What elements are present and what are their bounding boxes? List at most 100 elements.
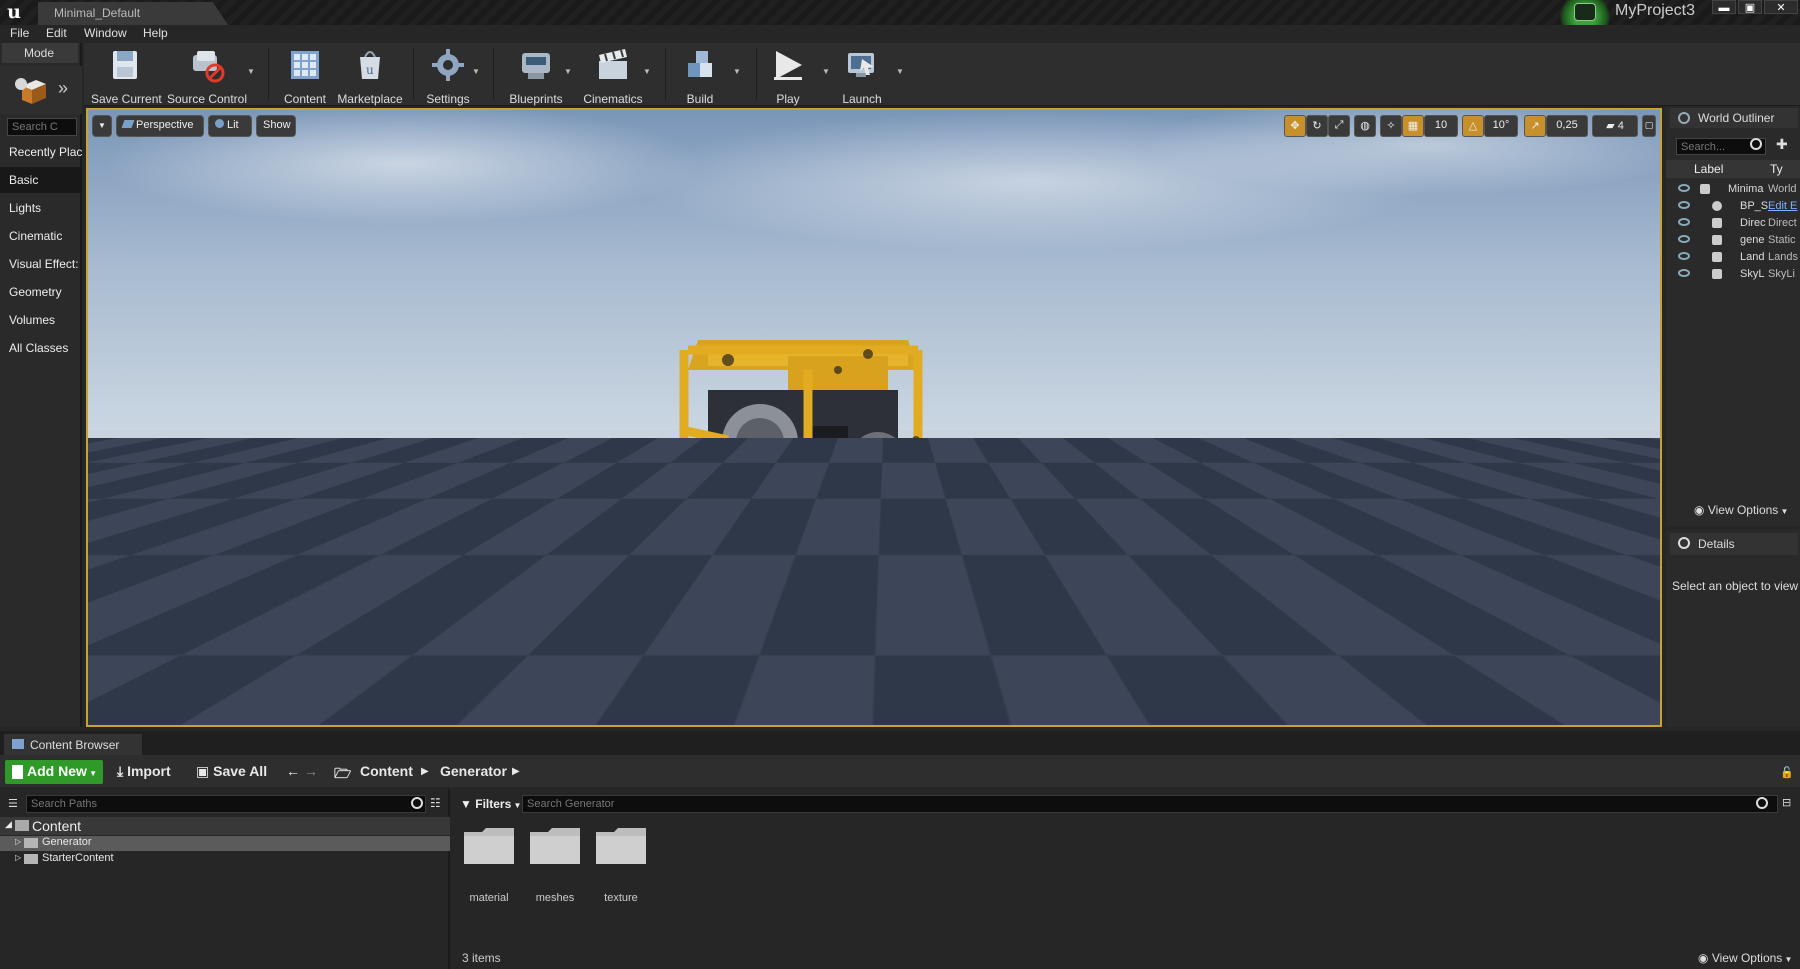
type-column-header[interactable]: Ty bbox=[1770, 162, 1783, 176]
label-column-header[interactable]: Label bbox=[1694, 162, 1723, 176]
visibility-eye-icon[interactable] bbox=[1678, 269, 1690, 277]
path-view-options-icon[interactable]: ☷ bbox=[430, 796, 441, 810]
rotation-snap-toggle[interactable]: △ bbox=[1462, 115, 1484, 137]
mode-category-cinematic[interactable]: Cinematic bbox=[0, 223, 82, 249]
outliner-view-options-button[interactable]: ◉ View Options ▼ bbox=[1694, 503, 1788, 517]
mode-category-all-classes[interactable]: All Classes bbox=[0, 335, 82, 361]
details-tab[interactable]: Details bbox=[1670, 533, 1798, 555]
add-new-button[interactable]: Add New ▼ bbox=[5, 760, 103, 784]
visibility-eye-icon[interactable] bbox=[1678, 252, 1690, 260]
sources-toggle-icon[interactable]: ☰ bbox=[8, 797, 18, 810]
grid-snap-value[interactable]: 10 bbox=[1424, 115, 1458, 137]
mode-category-visual-effect[interactable]: Visual Effect: bbox=[0, 251, 82, 277]
breadcrumb-separator-icon[interactable]: ▶ bbox=[421, 766, 429, 777]
lock-icon[interactable]: 🔓 bbox=[1780, 766, 1794, 779]
mode-category-volumes[interactable]: Volumes bbox=[0, 307, 82, 333]
add-actor-icon[interactable]: ✚ bbox=[1776, 136, 1788, 153]
menu-help[interactable]: Help bbox=[143, 26, 168, 40]
asset-folder-texture[interactable] bbox=[594, 826, 648, 866]
play-button[interactable]: Play bbox=[766, 45, 810, 106]
play-dropdown-icon[interactable]: ▼ bbox=[822, 67, 830, 76]
content-button[interactable]: Content bbox=[280, 45, 330, 106]
visibility-eye-icon[interactable] bbox=[1678, 218, 1690, 226]
mode-category-recently-plac[interactable]: Recently Plac bbox=[0, 139, 82, 165]
mode-category-geometry[interactable]: Geometry bbox=[0, 279, 82, 305]
settings-dropdown-icon[interactable]: ▼ bbox=[472, 67, 480, 76]
rotation-snap-value[interactable]: 10° bbox=[1484, 115, 1518, 137]
level-tab[interactable]: Minimal_Default bbox=[38, 2, 228, 25]
generator-mesh[interactable] bbox=[668, 330, 940, 542]
visibility-eye-icon[interactable] bbox=[1678, 235, 1690, 243]
tree-item-generator[interactable]: ▷ Generator bbox=[0, 836, 450, 851]
world-outliner-tab[interactable]: World Outliner bbox=[1670, 108, 1798, 128]
build-dropdown-icon[interactable]: ▼ bbox=[733, 67, 741, 76]
scale-tool-button[interactable]: ⤢ bbox=[1328, 115, 1350, 137]
source-control-dropdown-icon[interactable]: ▼ bbox=[247, 67, 255, 76]
source-control-button[interactable]: Source Control bbox=[166, 45, 248, 106]
close-button[interactable]: ✕ bbox=[1764, 0, 1798, 14]
minimize-button[interactable]: ▬ bbox=[1712, 0, 1736, 14]
surface-snap-button[interactable]: ✧ bbox=[1380, 115, 1402, 137]
breadcrumb-content[interactable]: Content bbox=[360, 763, 413, 779]
build-button[interactable]: Build bbox=[677, 45, 723, 106]
place-mode-icon[interactable] bbox=[12, 72, 50, 106]
visibility-eye-icon[interactable] bbox=[1678, 184, 1690, 192]
save-current-button[interactable]: Save Current bbox=[91, 45, 162, 106]
modes-search-input[interactable]: Search C bbox=[7, 118, 77, 136]
save-all-button[interactable]: ▣ Save All bbox=[196, 763, 267, 780]
details-hint: Select an object to view d bbox=[1672, 579, 1800, 593]
asset-folder-material[interactable] bbox=[462, 826, 516, 866]
lit-button[interactable]: Lit bbox=[208, 115, 252, 137]
menu-edit[interactable]: Edit bbox=[46, 26, 67, 40]
settings-button[interactable]: Settings bbox=[420, 45, 476, 106]
outliner-row[interactable]: SkyL SkyLi bbox=[1666, 266, 1800, 283]
mode-category-lights[interactable]: Lights bbox=[0, 195, 82, 221]
translate-tool-button[interactable]: ✥ bbox=[1284, 115, 1306, 137]
filters-button[interactable]: ▼ Filters ▼ bbox=[460, 797, 521, 811]
asset-search-input[interactable]: Search Generator bbox=[522, 795, 1778, 813]
scale-snap-toggle[interactable]: ↗ bbox=[1524, 115, 1546, 137]
tree-root-content[interactable]: ◢ Content bbox=[0, 817, 450, 835]
maximize-button[interactable]: ▣ bbox=[1738, 0, 1762, 14]
world-local-toggle[interactable]: ◍ bbox=[1354, 115, 1376, 137]
outliner-row[interactable]: Direc Direct bbox=[1666, 215, 1800, 232]
content-browser-tab[interactable]: Content Browser bbox=[4, 734, 142, 755]
expand-modes-icon[interactable]: » bbox=[58, 78, 68, 99]
outliner-row[interactable]: Minima World bbox=[1666, 181, 1800, 198]
camera-speed-button[interactable]: ▰ 4 bbox=[1592, 115, 1638, 137]
viewport-options-dropdown[interactable]: ▼ bbox=[92, 115, 112, 137]
launch-dropdown-icon[interactable]: ▼ bbox=[896, 67, 904, 76]
perspective-button[interactable]: Perspective bbox=[116, 115, 204, 137]
unreal-logo-icon[interactable]: u bbox=[0, 0, 28, 25]
blueprints-dropdown-icon[interactable]: ▼ bbox=[564, 67, 572, 76]
marketplace-button[interactable]: u Marketplace bbox=[335, 45, 405, 106]
menu-file[interactable]: File bbox=[10, 26, 29, 40]
content-view-options-button[interactable]: ◉ View Options ▼ bbox=[1698, 951, 1792, 965]
mode-category-basic[interactable]: Basic bbox=[0, 167, 82, 193]
blueprints-button[interactable]: Blueprints bbox=[504, 45, 568, 106]
breadcrumb-generator[interactable]: Generator bbox=[440, 763, 507, 779]
modes-tab[interactable]: Mode bbox=[2, 43, 78, 63]
history-back-button[interactable]: ← bbox=[286, 763, 300, 779]
outliner-row[interactable]: gene Static bbox=[1666, 232, 1800, 249]
rotate-tool-button[interactable]: ↻ bbox=[1306, 115, 1328, 137]
cinematics-button[interactable]: Cinematics bbox=[580, 45, 646, 106]
show-button[interactable]: Show bbox=[256, 115, 296, 137]
cinematics-dropdown-icon[interactable]: ▼ bbox=[643, 67, 651, 76]
collapse-panel-icon[interactable]: ⊟ bbox=[1782, 796, 1791, 809]
outliner-row[interactable]: Land Lands bbox=[1666, 249, 1800, 266]
asset-folder-meshes[interactable] bbox=[528, 826, 582, 866]
grid-snap-toggle[interactable]: ▦ bbox=[1402, 115, 1424, 137]
menu-window[interactable]: Window bbox=[84, 26, 127, 40]
maximize-viewport-button[interactable]: ▢ bbox=[1642, 115, 1656, 137]
history-forward-button[interactable]: → bbox=[304, 763, 318, 779]
path-search-input[interactable]: Search Paths bbox=[26, 795, 426, 813]
edit-blueprint-link[interactable]: Edit E bbox=[1768, 200, 1800, 212]
outliner-row[interactable]: BP_S Edit E bbox=[1666, 198, 1800, 215]
breadcrumb-separator-icon[interactable]: ▶ bbox=[512, 766, 520, 777]
scale-snap-value[interactable]: 0,25 bbox=[1546, 115, 1588, 137]
launch-button[interactable]: Launch bbox=[838, 45, 886, 106]
import-button[interactable]: ⤓ Import bbox=[117, 763, 171, 780]
tree-item-startercontent[interactable]: ▷ StarterContent bbox=[0, 852, 450, 867]
visibility-eye-icon[interactable] bbox=[1678, 201, 1690, 209]
